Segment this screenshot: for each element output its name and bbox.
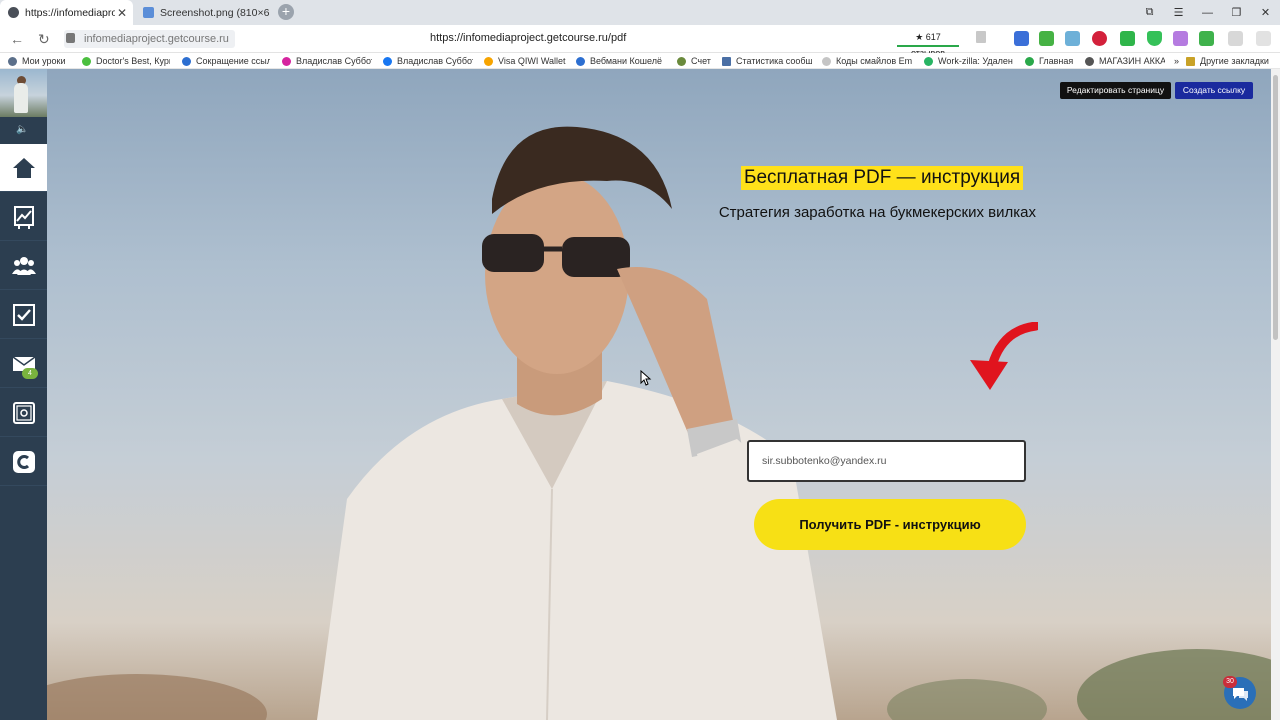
address-bar: ← ↻ infomediaproject.getcourse.ru https:…: [0, 25, 1280, 58]
sidebar-item-stats[interactable]: [0, 193, 47, 241]
red-curved-arrow-icon: [970, 322, 1038, 390]
extension-pen-icon[interactable]: [1173, 31, 1188, 46]
extension-arrow-icon[interactable]: [1199, 31, 1214, 46]
bookmark-favicon-icon: [677, 56, 686, 66]
vk-icon: [182, 56, 191, 66]
tab-title: Screenshot.png (810×635): [160, 6, 270, 19]
hero-background: [47, 69, 1271, 720]
collections-icon[interactable]: ⧉: [1135, 6, 1164, 19]
getcourse-favicon-icon: [8, 7, 19, 18]
sidebar-item-users[interactable]: [0, 242, 47, 290]
bookmark-favicon-icon: [1025, 56, 1034, 66]
qiwi-icon: [484, 56, 493, 66]
safe-icon: [12, 401, 35, 424]
minimize-button[interactable]: —: [1193, 7, 1222, 19]
bookmark-item[interactable]: МАГАЗИН АККА: [1085, 54, 1165, 68]
sidebar-item-tasks[interactable]: [0, 291, 47, 339]
instagram-icon: [282, 56, 291, 66]
scrollbar-thumb[interactable]: [1273, 75, 1278, 340]
domain-pill[interactable]: infomediaproject.getcourse.ru: [64, 30, 235, 48]
sidebar-item-safe[interactable]: [0, 389, 47, 437]
downloads-icon[interactable]: [1256, 31, 1271, 46]
bookmark-item[interactable]: Счет: [677, 54, 717, 68]
bookmark-item[interactable]: Visa QIWI Wallet: [484, 54, 568, 68]
facebook-icon: [383, 56, 392, 66]
bookmark-icon[interactable]: [976, 31, 986, 43]
extension-camera-icon[interactable]: [1014, 31, 1029, 46]
sound-icon[interactable]: 🔈: [16, 124, 28, 135]
bookmark-item[interactable]: Doctor's Best, Курк: [82, 54, 170, 68]
tab-screenshot[interactable]: Screenshot.png (810×635): [135, 0, 270, 25]
folder-icon: [1186, 56, 1195, 66]
menu-icon[interactable]: ☰: [1164, 6, 1193, 19]
hero-photo: [47, 126, 1271, 720]
bookmark-item[interactable]: Вебмани Кошелё: [576, 54, 664, 68]
reload-icon[interactable]: ↻: [38, 31, 50, 48]
lock-icon: [66, 33, 75, 43]
tab-close-icon[interactable]: ✕: [115, 6, 129, 20]
bookmark-favicon-icon: [822, 56, 831, 66]
users-icon: [11, 256, 36, 275]
bookmark-item[interactable]: Статистика сообщ: [722, 54, 812, 68]
extension-download-icon[interactable]: [1039, 31, 1054, 46]
left-sidebar: 🔈 4: [0, 69, 47, 720]
avatar-figure: [14, 83, 28, 113]
page-title: Бесплатная PDF — инструкция: [741, 166, 1024, 190]
image-file-favicon-icon: [143, 7, 154, 18]
reviews-badge[interactable]: ★ 617 отзывов: [897, 29, 959, 58]
bookmark-item[interactable]: Сокращение ссыл: [182, 54, 270, 68]
bookmarks-bar: Мои уроки Doctor's Best, Курк Сокращение…: [0, 53, 1280, 69]
sidebar-item-getcourse[interactable]: [0, 438, 47, 486]
bookmark-item[interactable]: Владислав Суббот: [383, 54, 473, 68]
bookmark-item[interactable]: Главная: [1025, 54, 1075, 68]
browser-tab-bar: https://infomediaproject ✕ Screenshot.pn…: [0, 0, 1280, 25]
sidebar-item-home[interactable]: [0, 144, 47, 192]
bookmark-item[interactable]: Коды смайлов Em: [822, 54, 912, 68]
page-subtitle: Стратегия заработка на букмекерских вилк…: [718, 204, 1036, 221]
bookmark-item[interactable]: Work-zilla: Удален: [924, 54, 1014, 68]
shield-icon[interactable]: [1147, 31, 1162, 46]
tab-infomediaproject[interactable]: https://infomediaproject ✕: [0, 0, 133, 25]
restore-button[interactable]: ❐: [1222, 6, 1251, 19]
tasks-check-icon: [12, 303, 35, 326]
extension-green-icon[interactable]: [1120, 31, 1135, 46]
mouse-cursor-icon: [640, 370, 652, 386]
adblock-icon[interactable]: [1092, 31, 1107, 46]
sidebar-item-mail[interactable]: 4: [0, 340, 47, 388]
close-window-button[interactable]: ✕: [1251, 6, 1280, 19]
avatar[interactable]: [0, 69, 47, 117]
bookmark-favicon-icon: [82, 56, 91, 66]
stats-chart-icon: [13, 205, 34, 229]
extensions-puzzle-icon[interactable]: [1228, 31, 1243, 46]
chat-count-badge: 30: [1223, 676, 1237, 688]
bookmarks-overflow[interactable]: »: [1174, 54, 1186, 68]
new-tab-button[interactable]: +: [278, 4, 294, 20]
extension-translate-icon[interactable]: [1065, 31, 1080, 46]
url-text[interactable]: https://infomediaproject.getcourse.ru/pd…: [430, 32, 626, 44]
bookmark-item[interactable]: Мои уроки: [8, 54, 74, 68]
bookmark-item[interactable]: Владислав Суббот: [282, 54, 372, 68]
email-field[interactable]: [747, 440, 1026, 482]
get-pdf-button[interactable]: Получить PDF - инструкцию: [754, 499, 1026, 550]
create-link-button[interactable]: Создать ссылку: [1175, 82, 1253, 99]
getcourse-logo-icon: [12, 450, 35, 473]
window-controls: ⧉ ☰ — ❐ ✕: [1135, 0, 1280, 25]
bookmark-folder[interactable]: Другие закладки: [1186, 54, 1276, 68]
cart-icon: [1085, 56, 1094, 66]
back-arrow-icon[interactable]: ←: [10, 31, 24, 47]
bookmark-favicon-icon: [8, 56, 17, 66]
home-icon: [12, 157, 35, 178]
edit-page-button[interactable]: Редактировать страницу: [1060, 82, 1171, 99]
tab-title: https://infomediaproject: [25, 6, 115, 19]
stats-icon: [722, 56, 731, 66]
webmoney-icon: [576, 56, 585, 66]
mail-count-badge: 4: [22, 368, 38, 379]
workzilla-icon: [924, 56, 933, 66]
